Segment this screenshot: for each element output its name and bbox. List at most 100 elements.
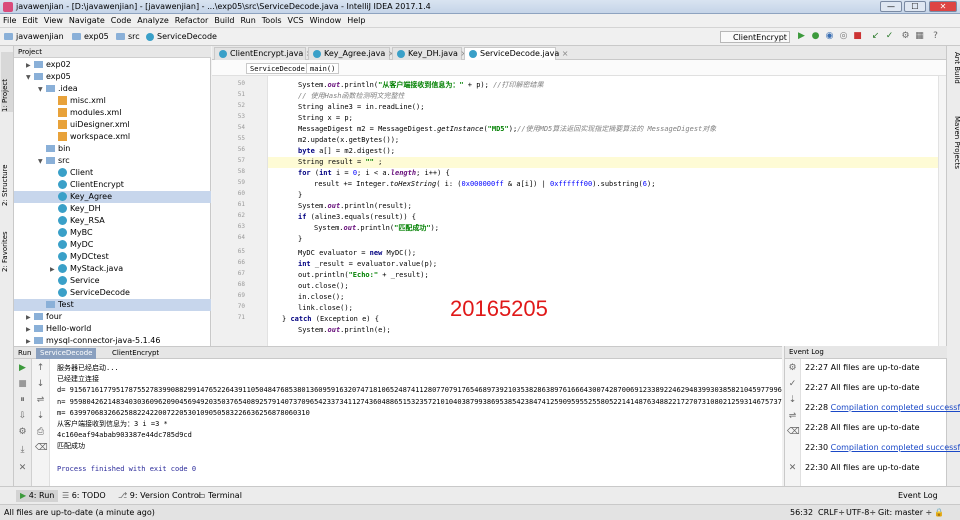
editor-scrollbar[interactable] — [938, 76, 946, 346]
nav-crumb-module[interactable]: exp05 — [72, 31, 109, 43]
settings-run-icon[interactable]: ⚙ — [17, 427, 28, 438]
menu-vcs[interactable]: VCS — [285, 14, 307, 25]
event-link[interactable]: Compilation completed successfully — [831, 403, 960, 412]
editor-tab[interactable]: Key_DH.java × — [392, 47, 467, 60]
settings-icon[interactable]: ⚙ — [900, 31, 911, 42]
bottom-tab[interactable]: ⎇ 9: Version Control — [114, 490, 205, 502]
tree-item[interactable]: MyDCtest — [14, 251, 211, 263]
nav-crumb-class[interactable]: ServiceDecode — [146, 31, 217, 43]
maximize-button[interactable]: ☐ — [904, 1, 926, 12]
tool-tab-project[interactable]: 1: Project — [1, 52, 13, 112]
close-run-icon[interactable]: ✕ — [17, 463, 28, 474]
run-icon[interactable]: ▶ — [796, 31, 807, 42]
vcs-commit-icon[interactable]: ✓ — [884, 31, 895, 42]
profile-icon[interactable]: ◎ — [838, 31, 849, 42]
help-icon[interactable]: ? — [930, 31, 941, 42]
run-config-select[interactable]: ClientEncrypt — [720, 31, 790, 43]
breadcrumb-method[interactable]: main() — [306, 63, 340, 74]
clear-icon[interactable]: ⌫ — [787, 427, 800, 438]
tree-item[interactable]: Service — [14, 275, 211, 287]
run-tab-servicedecode[interactable]: ServiceDecode — [36, 348, 97, 359]
clear-icon[interactable]: ⌫ — [35, 443, 48, 454]
close-button[interactable]: ✕ — [929, 1, 957, 12]
dump-threads-icon[interactable]: ⇩ — [17, 411, 28, 422]
tree-item[interactable]: Test — [14, 299, 211, 311]
stop-run-icon[interactable]: ■ — [17, 379, 28, 390]
menu-help[interactable]: Help — [344, 14, 368, 25]
bottom-tab[interactable]: ▭ Terminal — [194, 490, 246, 502]
bottom-tab[interactable]: ☰ 6: TODO — [58, 490, 110, 502]
file-encoding[interactable]: UTF-8÷ — [846, 507, 876, 519]
tree-item[interactable]: ▼ src — [14, 155, 211, 167]
menu-tools[interactable]: Tools — [259, 14, 285, 25]
tree-item[interactable]: Key_DH — [14, 203, 211, 215]
vcs-update-icon[interactable]: ↙ — [870, 31, 881, 42]
coverage-icon[interactable]: ◉ — [824, 31, 835, 42]
tool-tab-structure[interactable]: 2: Structure — [1, 146, 13, 206]
tree-item[interactable]: ▶ exp02 — [14, 59, 211, 71]
code-editor[interactable]: System.out.println("从客户端接收到信息为：" + p); /… — [268, 76, 938, 346]
scroll-end-icon[interactable]: ⇣ — [787, 395, 798, 406]
menu-file[interactable]: File — [0, 14, 19, 25]
stop-icon[interactable]: ■ — [852, 31, 863, 42]
down-icon[interactable]: ↓ — [35, 379, 46, 390]
debug-icon[interactable]: ● — [810, 31, 821, 42]
soft-wrap-icon[interactable]: ⇌ — [35, 395, 46, 406]
minimize-button[interactable]: — — [880, 1, 902, 12]
editor-tab[interactable]: Key_Agree.java × — [308, 47, 395, 60]
close-icon[interactable]: ✕ — [787, 463, 798, 474]
breadcrumb-class[interactable]: ServiceDecode — [246, 63, 309, 74]
event-link[interactable]: Compilation completed successfully — [831, 443, 960, 452]
lock-icon[interactable]: 🔒 — [934, 507, 944, 519]
print-icon[interactable]: ⎙ — [35, 427, 46, 438]
menu-window[interactable]: Window — [307, 14, 345, 25]
run-console[interactable]: ↑ ↓ ⇌ ⇣ ⎙ ⌫ 服务器已经启动... 已经建立连接 d= 915671617… — [32, 359, 782, 486]
tree-item[interactable]: modules.xml — [14, 107, 211, 119]
project-structure-icon[interactable]: ▦ — [914, 31, 925, 42]
nav-crumb-src[interactable]: src — [116, 31, 140, 43]
tool-tab-favorites[interactable]: 2: Favorites — [1, 216, 13, 272]
tree-item[interactable]: Key_Agree — [14, 191, 211, 203]
pin-icon[interactable]: ⤓ — [17, 445, 28, 456]
tree-item[interactable]: uiDesigner.xml — [14, 119, 211, 131]
rerun-icon[interactable]: ▶ — [17, 363, 28, 374]
menu-navigate[interactable]: Navigate — [66, 14, 108, 25]
editor-tab[interactable]: ClientEncrypt.java × — [214, 47, 312, 60]
nav-crumb-project[interactable]: javawenjian — [4, 31, 64, 43]
menu-run[interactable]: Run — [237, 14, 258, 25]
tree-item[interactable]: misc.xml — [14, 95, 211, 107]
tree-item[interactable]: ClientEncrypt — [14, 179, 211, 191]
up-icon[interactable]: ↑ — [35, 363, 46, 374]
menu-refactor[interactable]: Refactor — [172, 14, 212, 25]
tool-tab-ant-build[interactable]: Ant Build — [949, 52, 960, 102]
scroll-end-icon[interactable]: ⇣ — [35, 411, 46, 422]
menu-view[interactable]: View — [41, 14, 66, 25]
event-log-tab[interactable]: Event Log — [894, 490, 942, 502]
tree-item[interactable]: MyDC — [14, 239, 211, 251]
bottom-tab[interactable]: ▶ 4: Run — [16, 490, 59, 502]
menu-analyze[interactable]: Analyze — [134, 14, 172, 25]
git-branch[interactable]: Git: master ÷ — [878, 507, 932, 519]
soft-wrap-icon[interactable]: ⇌ — [787, 411, 798, 422]
tool-tab-maven[interactable]: Maven Projects — [949, 116, 960, 196]
tree-item[interactable]: ▼ .idea — [14, 83, 211, 95]
tree-item[interactable]: Client — [14, 167, 211, 179]
tree-item[interactable]: Key_RSA — [14, 215, 211, 227]
close-tab-icon[interactable]: × — [559, 49, 569, 58]
tree-item[interactable]: ServiceDecode — [14, 287, 211, 299]
pause-icon[interactable]: ⏸ — [17, 395, 28, 406]
editor-tab[interactable]: ServiceDecode.java × — [464, 47, 569, 60]
tree-item[interactable]: ▼ exp05 — [14, 71, 211, 83]
run-tab-clientencrypt[interactable]: ClientEncrypt — [108, 348, 163, 359]
tree-item[interactable]: bin — [14, 143, 211, 155]
menu-code[interactable]: Code — [108, 14, 134, 25]
line-separator[interactable]: CRLF÷ — [818, 507, 845, 519]
caret-position[interactable]: 56:32 — [790, 507, 813, 519]
mark-read-icon[interactable]: ✓ — [787, 379, 798, 390]
menu-build[interactable]: Build — [211, 14, 237, 25]
tree-item[interactable]: ▶ four — [14, 311, 211, 323]
tree-item[interactable]: ▶ Hello-world — [14, 323, 211, 335]
tree-item[interactable]: MyBC — [14, 227, 211, 239]
tree-item[interactable]: ▶ MyStack.java — [14, 263, 211, 275]
settings-icon[interactable]: ⚙ — [787, 363, 798, 374]
